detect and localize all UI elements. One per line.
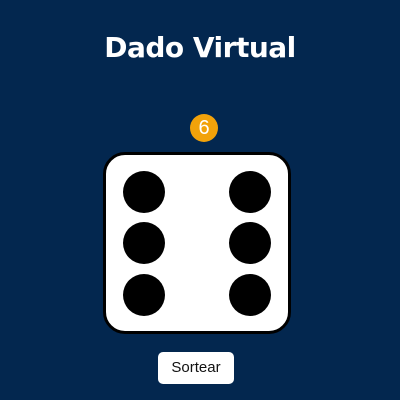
page-title: Dado Virtual bbox=[104, 31, 296, 64]
result-badge: 6 bbox=[190, 114, 218, 142]
die-pip bbox=[123, 171, 165, 213]
die-pip bbox=[229, 171, 271, 213]
die-pip bbox=[229, 274, 271, 316]
die-pip bbox=[123, 222, 165, 264]
die-pip bbox=[123, 274, 165, 316]
die-face bbox=[103, 152, 291, 334]
die-pip bbox=[229, 222, 271, 264]
roll-button[interactable]: Sortear bbox=[158, 352, 234, 384]
